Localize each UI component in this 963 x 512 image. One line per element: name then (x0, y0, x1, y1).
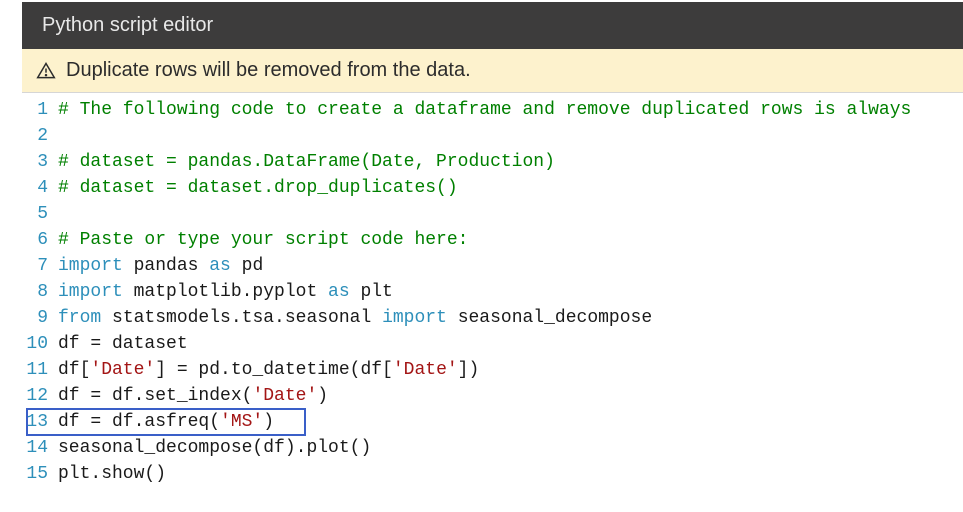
code-line[interactable]: 13df = df.asfreq('MS') (22, 409, 963, 435)
code-content[interactable]: seasonal_decompose(df).plot() (58, 435, 963, 461)
line-number: 1 (22, 97, 58, 123)
warning-icon (36, 61, 56, 81)
code-line[interactable]: 6# Paste or type your script code here: (22, 227, 963, 253)
code-content[interactable] (58, 123, 963, 149)
line-number: 10 (22, 331, 58, 357)
code-content[interactable]: # dataset = dataset.drop_duplicates() (58, 175, 963, 201)
code-line[interactable]: 5 (22, 201, 963, 227)
code-content[interactable]: df = df.asfreq('MS') (58, 409, 963, 435)
line-number: 9 (22, 305, 58, 331)
editor-title: Python script editor (42, 14, 213, 36)
code-content[interactable]: # dataset = pandas.DataFrame(Date, Produ… (58, 149, 963, 175)
code-content[interactable]: # Paste or type your script code here: (58, 227, 963, 253)
code-line[interactable]: 14seasonal_decompose(df).plot() (22, 435, 963, 461)
line-number: 7 (22, 253, 58, 279)
warning-text: Duplicate rows will be removed from the … (66, 59, 471, 82)
code-content[interactable]: df = df.set_index('Date') (58, 383, 963, 409)
code-line[interactable]: 2 (22, 123, 963, 149)
line-number: 3 (22, 149, 58, 175)
warning-banner: Duplicate rows will be removed from the … (22, 49, 963, 93)
line-number: 15 (22, 461, 58, 487)
code-content[interactable]: # The following code to create a datafra… (58, 97, 963, 123)
editor-header: Python script editor (22, 2, 963, 49)
code-content[interactable]: df['Date'] = pd.to_datetime(df['Date']) (58, 357, 963, 383)
code-content[interactable]: df = dataset (58, 331, 963, 357)
line-number: 14 (22, 435, 58, 461)
editor-container: Python script editor Duplicate rows will… (0, 0, 963, 487)
code-line[interactable]: 11df['Date'] = pd.to_datetime(df['Date']… (22, 357, 963, 383)
code-line[interactable]: 3# dataset = pandas.DataFrame(Date, Prod… (22, 149, 963, 175)
line-number: 13 (22, 409, 58, 435)
line-number: 8 (22, 279, 58, 305)
code-content[interactable]: import pandas as pd (58, 253, 963, 279)
code-line[interactable]: 15plt.show() (22, 461, 963, 487)
code-editor[interactable]: 1# The following code to create a datafr… (22, 93, 963, 487)
code-line[interactable]: 7import pandas as pd (22, 253, 963, 279)
code-line[interactable]: 9from statsmodels.tsa.seasonal import se… (22, 305, 963, 331)
code-line[interactable]: 1# The following code to create a datafr… (22, 97, 963, 123)
code-line[interactable]: 4# dataset = dataset.drop_duplicates() (22, 175, 963, 201)
code-content[interactable] (58, 201, 963, 227)
line-number: 6 (22, 227, 58, 253)
code-content[interactable]: from statsmodels.tsa.seasonal import sea… (58, 305, 963, 331)
line-number: 5 (22, 201, 58, 227)
line-number: 12 (22, 383, 58, 409)
line-number: 11 (22, 357, 58, 383)
line-number: 4 (22, 175, 58, 201)
line-number: 2 (22, 123, 58, 149)
code-line[interactable]: 12df = df.set_index('Date') (22, 383, 963, 409)
code-content[interactable]: plt.show() (58, 461, 963, 487)
code-line[interactable]: 10df = dataset (22, 331, 963, 357)
code-line[interactable]: 8import matplotlib.pyplot as plt (22, 279, 963, 305)
code-content[interactable]: import matplotlib.pyplot as plt (58, 279, 963, 305)
